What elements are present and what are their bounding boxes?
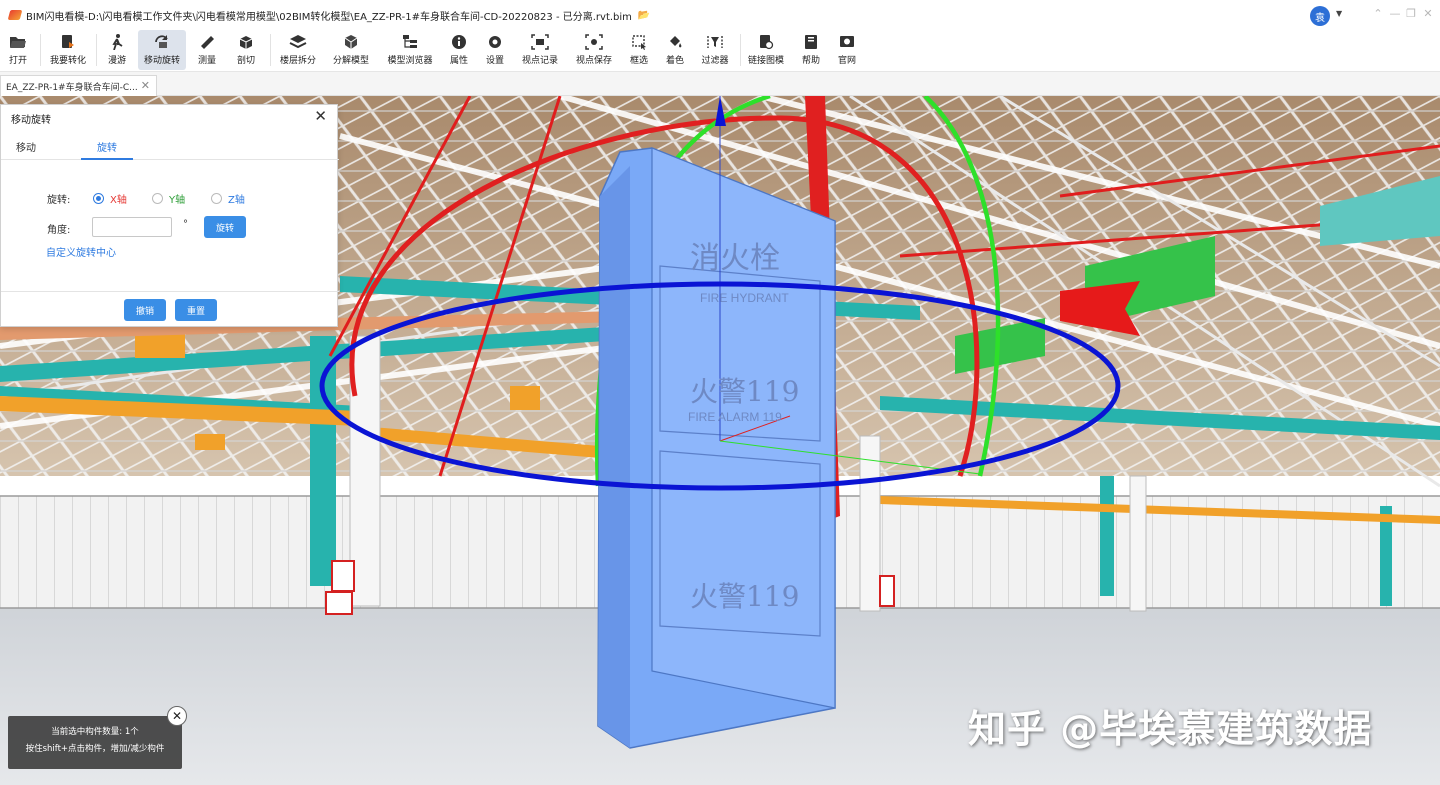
user-avatar[interactable]: 袁 <box>1310 6 1330 26</box>
minimize-button[interactable]: — <box>1388 7 1402 20</box>
toolbar-convert-button[interactable]: 我要转化 <box>46 30 90 70</box>
toolbar-settings-button[interactable]: 设置 <box>480 30 510 70</box>
maximize-button[interactable]: ❐ <box>1404 7 1418 20</box>
close-window-button[interactable]: ✕ <box>1421 7 1435 20</box>
radio-y-axis-dot[interactable] <box>152 193 163 204</box>
main-toolbar: 打开 我要转化 漫游 移动旋转 测量 剖切 楼层拆分 分解模型 模型浏览器 属性 <box>0 30 1440 72</box>
toolbar-viewpoint-save-button[interactable]: 视点保存 <box>572 30 616 70</box>
toolbar-measure-button[interactable]: 测量 <box>192 30 222 70</box>
toolbar-explode-button[interactable]: 分解模型 <box>328 30 374 70</box>
tab-rotate[interactable]: 旋转 <box>97 139 117 154</box>
radio-x-axis-dot[interactable] <box>93 193 104 204</box>
rotate-axis-label: 旋转: <box>47 195 71 206</box>
link-drawing-icon <box>756 33 776 51</box>
toolbar-section-button[interactable]: 剖切 <box>228 30 264 70</box>
convert-icon <box>58 33 78 51</box>
chevron-down-icon[interactable]: ▼ <box>1336 9 1342 18</box>
gear-icon <box>485 33 505 51</box>
toolbar-model-browser-button[interactable]: 模型浏览器 <box>384 30 436 70</box>
close-icon[interactable]: ✕ <box>314 107 327 125</box>
toast-close-icon[interactable]: ✕ <box>167 706 187 726</box>
toolbar-help-button[interactable]: 帮助 <box>796 30 826 70</box>
panel-mid-text: 火警119 <box>690 375 799 408</box>
document-tab-label: EA_ZZ-PR-1#车身联合车间-C... <box>6 82 138 93</box>
selection-hint-text: 按住shift+点击构件，增加/减少构件 <box>25 744 165 754</box>
move-rotate-icon <box>152 33 172 51</box>
move-rotate-dialog: 移动旋转 ✕ 移动 旋转 旋转: X轴 Y轴 Z轴 角度: ° 旋转 自定义旋转… <box>0 104 339 327</box>
viewpoint-record-icon <box>530 33 550 51</box>
dialog-title: 移动旋转 <box>11 115 51 126</box>
angle-input[interactable] <box>92 217 172 237</box>
section-box-icon <box>236 33 256 51</box>
panel-mid-subtext: FIRE ALARM 119 <box>688 410 782 424</box>
radio-z-axis-dot[interactable] <box>211 193 222 204</box>
radio-y-axis[interactable]: Y轴 <box>152 191 185 206</box>
toolbar-move-rotate-button[interactable]: 移动旋转 <box>138 30 186 70</box>
box-select-icon <box>629 33 649 51</box>
document-tab[interactable]: EA_ZZ-PR-1#车身联合车间-C... ✕ <box>0 75 157 96</box>
explode-cube-icon <box>341 33 361 51</box>
radio-y-axis-label: Y轴 <box>169 195 186 206</box>
panel-bottom-text: 火警119 <box>690 580 799 613</box>
walk-icon <box>107 33 127 51</box>
app-logo-icon <box>8 8 22 22</box>
document-tab-strip: EA_ZZ-PR-1#车身联合车间-C... ✕ <box>0 72 1440 96</box>
custom-rotation-center-link[interactable]: 自定义旋转中心 <box>46 244 116 259</box>
active-tab-indicator <box>81 158 133 160</box>
paint-bucket-icon <box>665 33 685 51</box>
info-icon <box>449 33 469 51</box>
radio-z-axis[interactable]: Z轴 <box>211 191 245 206</box>
folder-icon[interactable]: 📂 <box>638 10 650 21</box>
window-title: BIM闪电看模-D:\闪电看模工作文件夹\闪电看模常用模型\02BIM转化模型\… <box>26 11 632 23</box>
book-icon <box>801 33 821 51</box>
toolbar-viewpoint-record-button[interactable]: 视点记录 <box>518 30 562 70</box>
dialog-tab-bar: 移动 旋转 <box>1 133 339 160</box>
radio-z-axis-label: Z轴 <box>228 195 245 206</box>
close-tab-icon[interactable]: ✕ <box>141 79 150 92</box>
layers-icon <box>288 33 308 51</box>
tree-icon <box>400 33 420 51</box>
undo-button[interactable]: 撤销 <box>124 299 166 321</box>
radio-x-axis-label: X轴 <box>110 195 127 206</box>
panel-top-subtext: FIRE HYDRANT <box>700 291 789 305</box>
panel-top-text: 消火栓 <box>690 241 780 276</box>
toolbar-color-button[interactable]: 着色 <box>660 30 690 70</box>
toolbar-floor-split-button[interactable]: 楼层拆分 <box>276 30 320 70</box>
website-icon <box>837 33 857 51</box>
toolbar-link-drawing-button[interactable]: 链接图模 <box>746 30 786 70</box>
tab-move[interactable]: 移动 <box>16 139 36 154</box>
folder-open-icon <box>8 33 28 51</box>
toolbar-walk-button[interactable]: 漫游 <box>102 30 132 70</box>
toolbar-website-button[interactable]: 官网 <box>832 30 862 70</box>
radio-x-axis[interactable]: X轴 <box>93 191 127 206</box>
viewpoint-save-icon <box>584 33 604 51</box>
toolbar-properties-button[interactable]: 属性 <box>444 30 474 70</box>
rotate-button[interactable]: 旋转 <box>204 216 246 238</box>
selection-toast: 当前选中构件数量: 1个 按住shift+点击构件，增加/减少构件 <box>8 716 182 769</box>
watermark-text: 知乎 @毕埃慕建筑数据 <box>968 707 1373 751</box>
toolbar-box-select-button[interactable]: 框选 <box>624 30 654 70</box>
dialog-divider <box>1 291 339 292</box>
toolbar-filter-button[interactable]: 过滤器 <box>698 30 732 70</box>
degree-unit: ° <box>183 219 188 230</box>
collapse-icon[interactable]: ⌃ <box>1371 7 1385 20</box>
ruler-icon <box>197 33 217 51</box>
angle-label: 角度: <box>47 225 71 236</box>
toolbar-open-button[interactable]: 打开 <box>2 30 34 70</box>
filter-icon <box>705 33 725 51</box>
selection-count-text: 当前选中构件数量: 1个 <box>51 727 139 737</box>
reset-button[interactable]: 重置 <box>175 299 217 321</box>
title-bar: BIM闪电看模-D:\闪电看模工作文件夹\闪电看模常用模型\02BIM转化模型\… <box>0 0 1440 30</box>
